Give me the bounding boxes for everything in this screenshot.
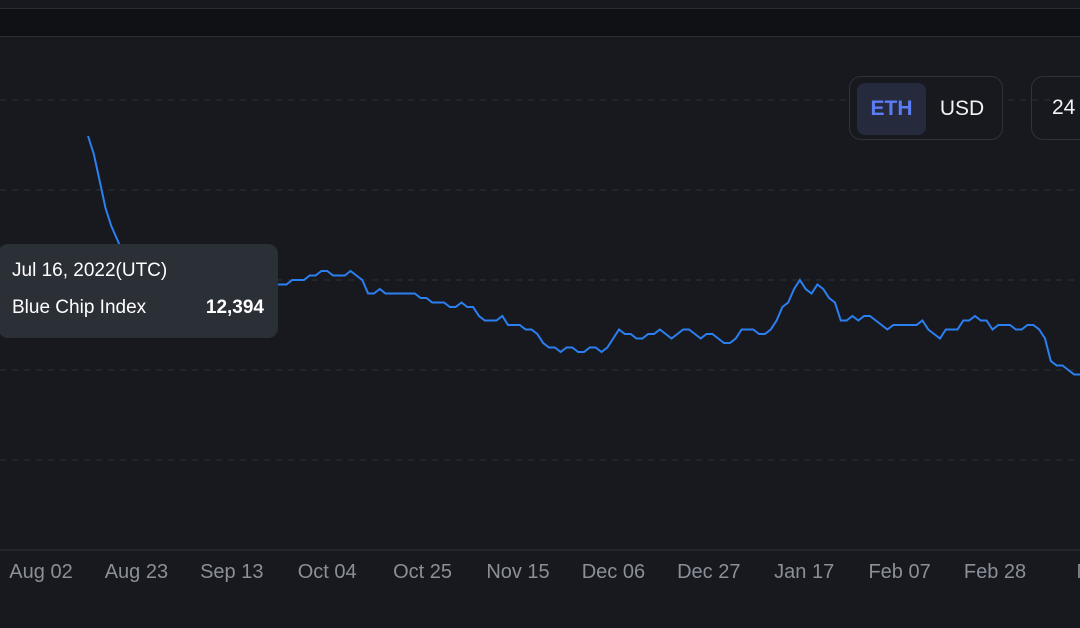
x-tick-label: Jan 17 [774, 561, 834, 583]
x-tick-label: Aug 23 [105, 561, 168, 583]
x-tick-label: Ma [1077, 561, 1080, 583]
tooltip-date: Jul 16, 2022(UTC) [12, 260, 168, 281]
x-tick-label: Nov 15 [486, 561, 549, 583]
x-tick-label: Oct 25 [393, 561, 452, 583]
tooltip-row: Blue Chip Index 12,394 [12, 297, 264, 319]
x-tick-label: Oct 04 [298, 561, 357, 583]
tooltip-value: 12,394 [205, 297, 264, 318]
time-range-label: 24 [1052, 96, 1076, 119]
chart-tooltip: Jul 16, 2022(UTC) Blue Chip Index 12,394 [0, 244, 278, 338]
x-tick-label: Dec 06 [582, 561, 645, 583]
usd-toggle-button[interactable]: USD [928, 83, 996, 135]
x-tick-label: Dec 27 [677, 561, 740, 583]
eth-toggle-button[interactable]: ETH [857, 83, 926, 135]
time-range-selector[interactable]: 24 [1031, 76, 1080, 140]
x-axis-ticks: Aug 02 Aug 23 Sep 13 Oct 04 Oct 25 Nov 15 Dec … [9, 561, 1080, 583]
x-tick-label: Feb 28 [964, 561, 1026, 583]
x-tick-label: Aug 02 [9, 561, 72, 583]
tooltip-series-name: Blue Chip Index [12, 297, 147, 318]
x-tick-label: Feb 07 [868, 561, 930, 583]
currency-toggle: ETH USD [849, 76, 1003, 140]
x-tick-label: Sep 13 [200, 561, 263, 583]
